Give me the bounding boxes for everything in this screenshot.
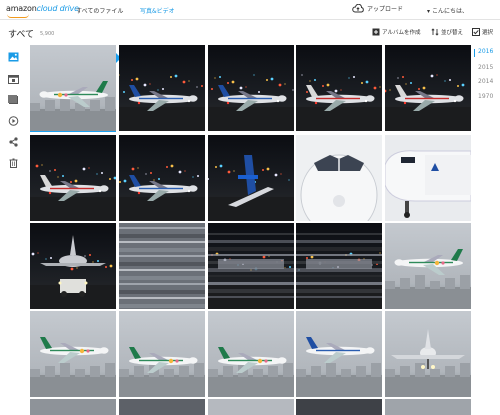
photo-image — [119, 223, 205, 309]
photo-image — [296, 311, 382, 397]
photo-thumbnail[interactable] — [119, 135, 205, 221]
upload-button[interactable]: アップロード — [352, 4, 403, 13]
photo-image — [296, 135, 382, 221]
photo-thumbnail[interactable] — [119, 311, 205, 397]
album-icon[interactable] — [8, 95, 19, 105]
photo-thumbnail[interactable] — [208, 45, 294, 131]
photo-image — [119, 135, 205, 221]
photo-thumbnail[interactable] — [385, 135, 471, 221]
select-button[interactable]: 選択 — [472, 28, 493, 36]
nav-photos-videos[interactable]: 写真&ビデオ — [140, 6, 175, 15]
photo-thumbnail[interactable] — [385, 45, 471, 131]
sort-label: 並び替え — [441, 30, 464, 36]
photo-thumbnail[interactable] — [30, 223, 116, 309]
cloud-upload-icon — [352, 4, 364, 13]
photo-image — [30, 135, 116, 221]
create-album-label: アルバムを作成 — [382, 30, 421, 36]
photo-image — [30, 223, 116, 309]
sort-icon — [431, 28, 439, 36]
chevron-down-icon: ▾ — [427, 8, 431, 15]
trash-icon[interactable] — [8, 158, 19, 168]
user-menu[interactable]: ▾ こんにちは、 — [427, 6, 468, 15]
year-2016[interactable]: 2016 — [478, 48, 493, 55]
photo-image — [208, 135, 294, 221]
photo-thumbnail[interactable] — [208, 135, 294, 221]
photo-thumbnail[interactable] — [296, 399, 382, 415]
top-bar: amazoncloud drive すべてのファイル 写真&ビデオ アップロード… — [0, 0, 500, 20]
year-1970[interactable]: 1970 — [478, 93, 493, 100]
photo-image — [385, 223, 471, 309]
amazon-cloud-drive-logo[interactable]: amazoncloud drive — [6, 4, 79, 18]
create-album-button[interactable]: アルバムを作成 — [372, 28, 420, 36]
year-2014[interactable]: 2014 — [478, 78, 493, 85]
photo-thumbnail[interactable] — [296, 311, 382, 397]
photo-image — [385, 135, 471, 221]
photo-image — [296, 223, 382, 309]
photo-thumbnail[interactable] — [30, 45, 116, 131]
upload-label: アップロード — [367, 6, 404, 13]
photo-icon[interactable] — [8, 52, 19, 62]
page-title: すべて — [8, 30, 35, 40]
share-icon[interactable] — [8, 137, 19, 147]
photo-grid: 2016 2月 — [30, 45, 471, 415]
album-add-icon — [372, 28, 380, 36]
photo-thumbnail[interactable] — [119, 45, 205, 131]
photo-thumbnail[interactable] — [208, 311, 294, 397]
photo-thumbnail[interactable] — [385, 311, 471, 397]
photo-image — [296, 45, 382, 131]
photo-thumbnail[interactable] — [208, 223, 294, 309]
photo-thumbnail[interactable] — [385, 223, 471, 309]
photo-thumbnail[interactable] — [30, 311, 116, 397]
video-icon[interactable] — [8, 116, 19, 126]
photo-image — [208, 223, 294, 309]
photo-image — [385, 311, 471, 397]
photo-image — [385, 45, 471, 131]
photo-thumbnail[interactable] — [30, 399, 116, 415]
photo-image — [30, 45, 116, 131]
sort-button[interactable]: 並び替え — [431, 28, 463, 36]
photo-thumbnail[interactable] — [208, 399, 294, 415]
photo-thumbnail[interactable] — [296, 135, 382, 221]
checkbox-icon — [472, 28, 480, 36]
user-greeting: こんにちは、 — [431, 8, 468, 15]
photo-image — [30, 311, 116, 397]
year-2015[interactable]: 2015 — [478, 64, 493, 71]
photo-image — [119, 311, 205, 397]
sub-toolbar: すべて 5,900 アルバムを作成 並び替え 選択 — [0, 21, 500, 41]
photo-thumbnail[interactable] — [296, 223, 382, 309]
logo-sub-text: cloud drive — [36, 4, 79, 13]
logo-smile — [7, 14, 29, 18]
photo-image — [119, 45, 205, 131]
photo-thumbnail[interactable] — [296, 45, 382, 131]
calendar-icon[interactable] — [8, 74, 19, 84]
photo-image — [208, 45, 294, 131]
nav-all-files[interactable]: すべてのファイル — [76, 6, 123, 15]
photo-thumbnail[interactable] — [119, 223, 205, 309]
photo-thumbnail[interactable] — [119, 399, 205, 415]
timeline-scroll-indicator — [474, 49, 475, 57]
select-label: 選択 — [482, 30, 494, 36]
photo-thumbnail[interactable] — [385, 399, 471, 415]
photo-thumbnail[interactable] — [30, 135, 116, 221]
logo-main-text: amazon — [6, 4, 37, 13]
photo-image — [208, 311, 294, 397]
sidebar — [0, 44, 28, 415]
item-count: 5,900 — [40, 31, 55, 37]
